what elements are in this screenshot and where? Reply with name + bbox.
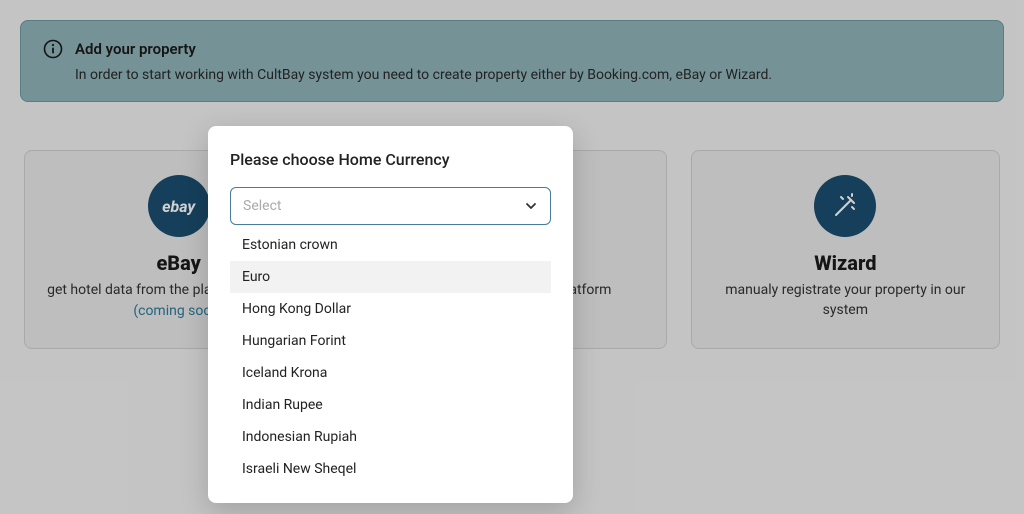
currency-option[interactable]: Euro [230,261,551,293]
currency-option[interactable]: Estonian crown [230,229,551,261]
modal-title: Please choose Home Currency [230,150,551,169]
select-placeholder: Select [243,198,281,214]
currency-option[interactable]: Indonesian Rupiah [230,421,551,453]
chevron-down-icon [524,199,538,213]
currency-option[interactable]: Hong Kong Dollar [230,293,551,325]
currency-option[interactable]: Iceland Krona [230,357,551,389]
currency-option[interactable]: Indian Rupee [230,389,551,421]
currency-select[interactable]: Select [230,187,551,225]
currency-option[interactable]: Israeli New Sheqel [230,453,551,485]
currency-dropdown: Estonian crownEuroHong Kong DollarHungar… [230,229,551,485]
currency-modal: Please choose Home Currency Select Eston… [208,126,573,503]
currency-option[interactable]: Hungarian Forint [230,325,551,357]
